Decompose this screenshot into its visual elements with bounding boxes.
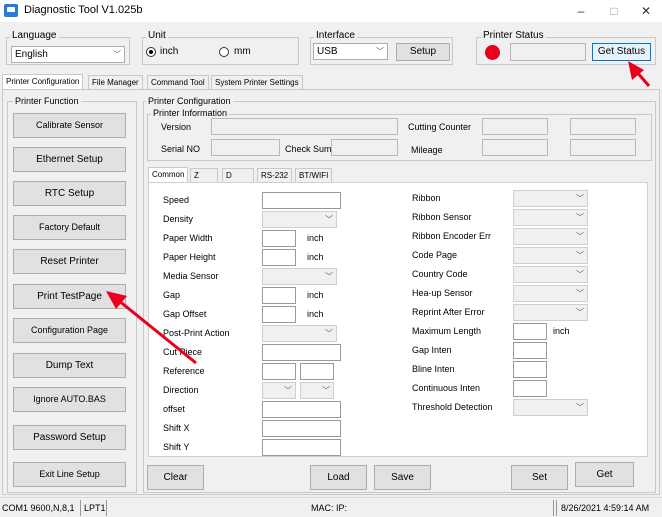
arrow-line	[117, 298, 197, 365]
arrow-to-get-status	[628, 61, 651, 87]
arrow-to-print-testpage	[106, 291, 197, 365]
annotation-arrows	[106, 61, 651, 365]
